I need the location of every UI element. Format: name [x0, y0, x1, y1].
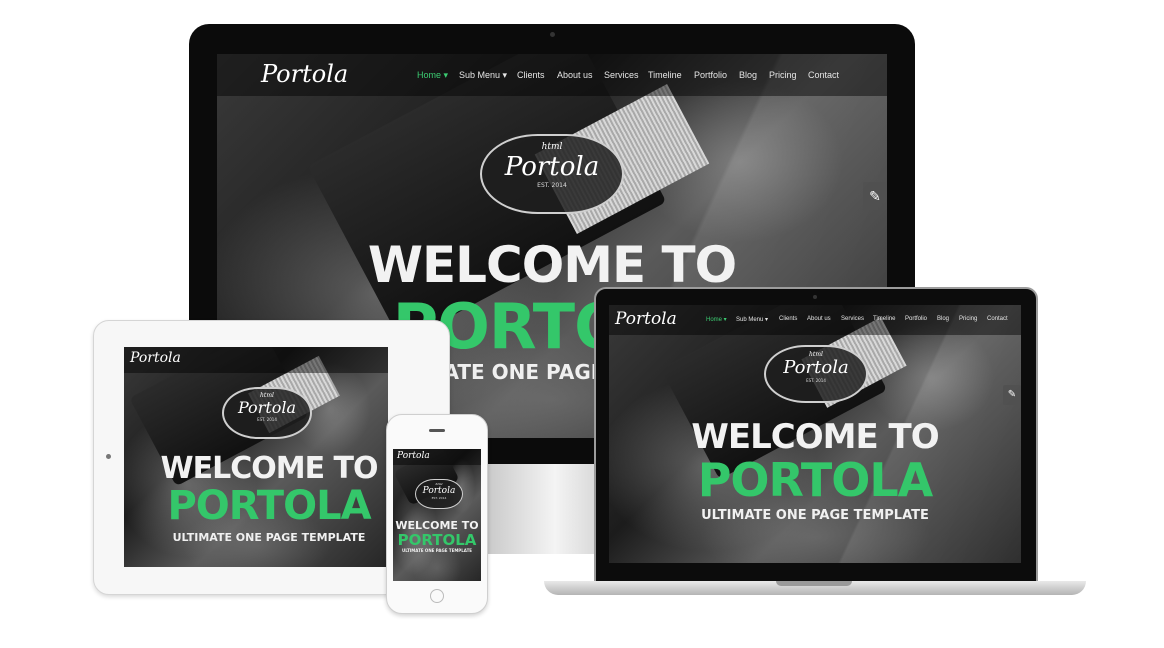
wrench-icon[interactable]: ✎	[863, 182, 887, 210]
badge-est: EST. 2014	[806, 378, 826, 383]
imac-camera	[550, 32, 555, 37]
nav-blog[interactable]: Blog	[739, 70, 757, 80]
site-logo[interactable]: Portola	[615, 309, 677, 329]
navbar: Portola Home ▾ Sub Menu ▾ Clients About …	[217, 54, 887, 96]
macbook-camera	[813, 295, 817, 299]
hero-tagline: ULTIMATE ONE PAGE TEMPLATE	[401, 548, 473, 553]
nav-home[interactable]: Home ▾	[706, 316, 727, 323]
badge-title: Portola	[504, 152, 600, 182]
hero-tagline: ULTIMATE ONE PAGE TEMPLATE	[172, 531, 366, 544]
hero-portola: PORTOLA	[397, 531, 477, 549]
navbar: Portola ≡	[124, 347, 388, 373]
badge-est: EST. 2014	[431, 496, 447, 500]
macbook-device: Portola Home ▾ Sub Menu ▾ Clients About …	[594, 287, 1038, 585]
portola-badge: html Portola EST. 2014	[764, 345, 868, 403]
wrench-icon[interactable]: ✎	[1003, 385, 1021, 405]
home-button[interactable]	[430, 589, 444, 603]
site-logo[interactable]: Portola	[261, 60, 348, 88]
nav-pricing[interactable]: Pricing	[959, 316, 977, 322]
site-logo[interactable]: Portola	[397, 451, 430, 461]
site-logo[interactable]: Portola	[130, 350, 181, 366]
hero-portola: PORTOLA	[697, 453, 934, 507]
badge-title: Portola	[237, 398, 297, 417]
macbook-screen: Portola Home ▾ Sub Menu ▾ Clients About …	[609, 305, 1021, 563]
nav-pricing[interactable]: Pricing	[769, 70, 797, 80]
nav-about-us[interactable]: About us	[807, 316, 831, 322]
nav-clients[interactable]: Clients	[517, 70, 545, 80]
nav-portfolio[interactable]: Portfolio	[694, 70, 727, 80]
hero-tagline: ULTIMATE ONE PAGE TEMPLATE	[701, 508, 929, 523]
badge-title: Portola	[783, 357, 849, 378]
nav-timeline[interactable]: Timeline	[648, 70, 682, 80]
nav-contact[interactable]: Contact	[808, 70, 839, 80]
nav-services[interactable]: Services	[841, 316, 864, 322]
hero-welcome: WELCOME TO	[691, 417, 939, 457]
nav-services[interactable]: Services	[604, 70, 639, 80]
iphone-device: Portola html Portola EST. 2014 WELCOME T…	[386, 414, 488, 614]
hero-welcome: WELCOME TO	[160, 451, 379, 486]
navbar: Portola	[393, 449, 481, 465]
nav-clients[interactable]: Clients	[779, 316, 797, 322]
nav-home[interactable]: Home ▾	[417, 70, 448, 81]
portola-badge: html Portola EST. 2014	[415, 479, 463, 509]
nav-portfolio[interactable]: Portfolio	[905, 316, 927, 322]
nav-blog[interactable]: Blog	[937, 316, 949, 322]
hero-welcome: WELCOME TO	[367, 236, 737, 294]
nav-sub-menu[interactable]: Sub Menu ▾	[736, 316, 768, 323]
nav-contact[interactable]: Contact	[987, 316, 1008, 322]
badge-html-text: html	[541, 142, 563, 152]
badge-est: EST. 2014	[257, 417, 277, 422]
nav-about-us[interactable]: About us	[557, 70, 593, 80]
hero-portola: PORTOLA	[167, 483, 371, 529]
portola-badge: html Portola EST. 2014	[480, 134, 624, 214]
portola-badge: html Portola EST. 2014	[222, 387, 312, 439]
ipad-camera	[106, 454, 111, 459]
badge-est: EST. 2014	[537, 182, 567, 189]
iphone-screen: Portola html Portola EST. 2014 WELCOME T…	[393, 449, 481, 581]
navbar: Portola Home ▾ Sub Menu ▾ Clients About …	[609, 305, 1021, 335]
nav-sub-menu[interactable]: Sub Menu ▾	[459, 70, 507, 81]
macbook-notch	[776, 581, 852, 586]
ipad-screen: Portola ≡ html Portola EST. 2014 WELCOME…	[124, 347, 388, 567]
iphone-speaker	[429, 429, 445, 432]
nav-timeline[interactable]: Timeline	[873, 316, 895, 322]
badge-title: Portola	[422, 486, 456, 496]
